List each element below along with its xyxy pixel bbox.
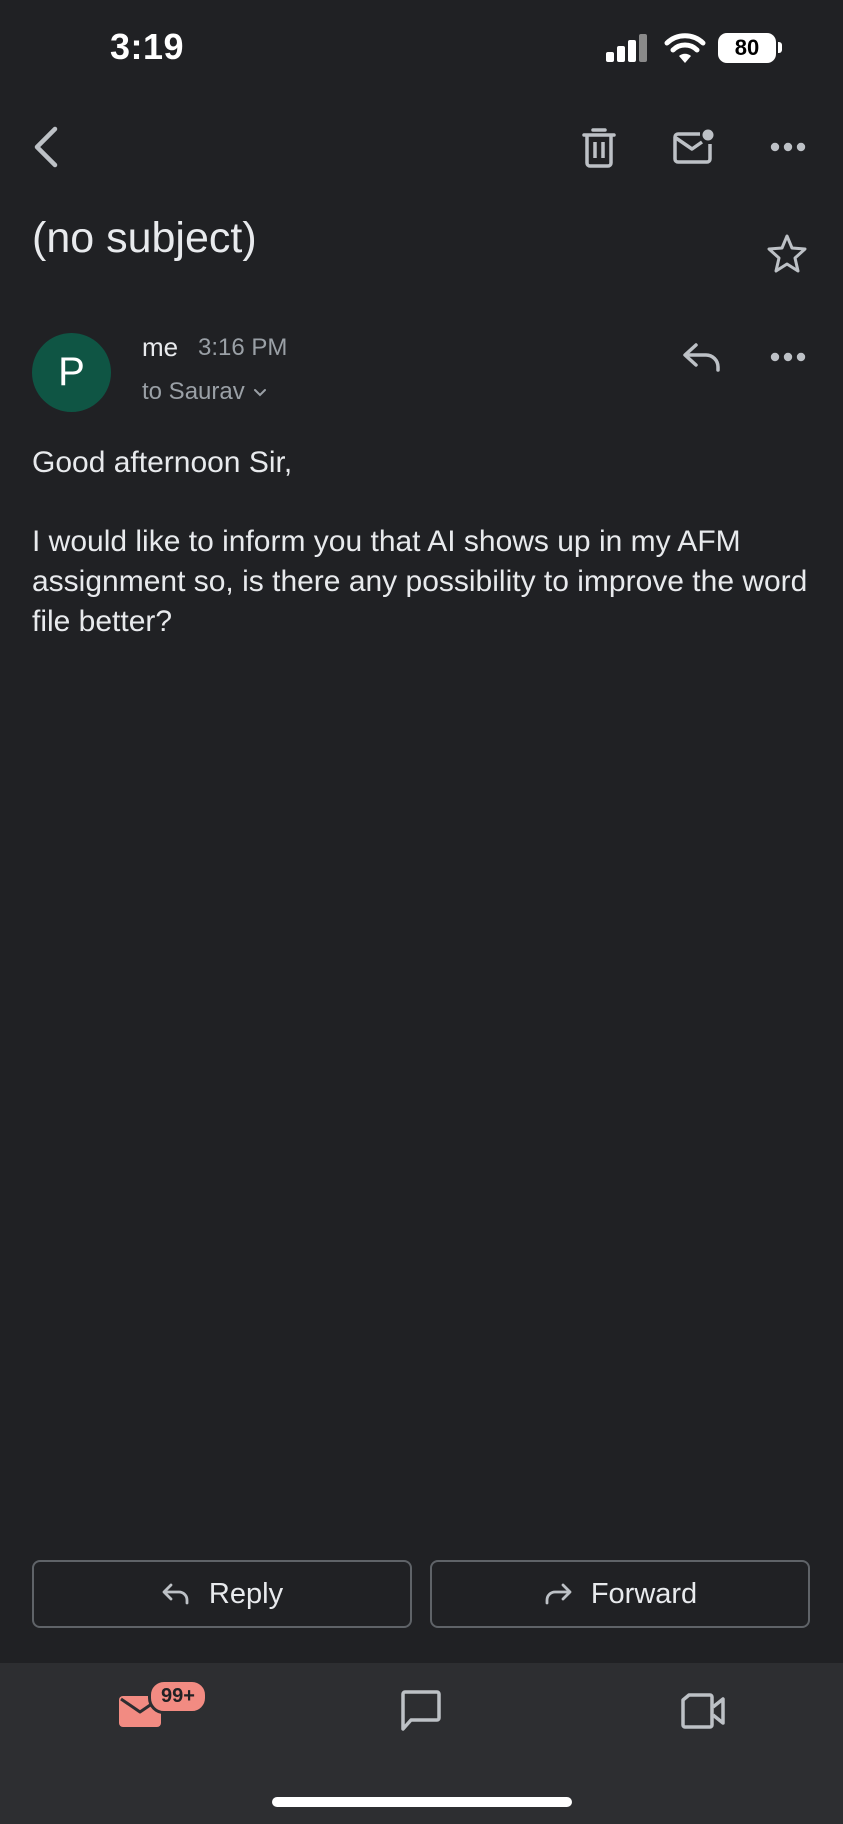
forward-label: Forward (590, 1577, 698, 1610)
status-time: 3:19 (110, 26, 185, 67)
more-options-button[interactable] (766, 134, 810, 160)
chevron-left-icon (34, 126, 58, 168)
sent-time: 3:16 PM (198, 334, 288, 361)
signal-icon (606, 34, 650, 62)
mark-unread-button[interactable] (670, 126, 716, 168)
back-button[interactable] (26, 124, 66, 170)
star-button[interactable] (764, 230, 810, 276)
sender-name: me (142, 332, 179, 362)
battery-nub (778, 42, 782, 53)
chevron-down-icon (253, 388, 266, 396)
mail-unread-icon (673, 129, 714, 164)
email-greeting: Good afternoon Sir, (32, 446, 293, 479)
email-paragraph: I would like to inform you that AI shows… (32, 525, 808, 638)
recipient-label: to Saurav (142, 378, 245, 405)
trash-icon (582, 128, 616, 168)
reply-label: Reply (208, 1577, 284, 1610)
reply-icon (683, 343, 720, 372)
video-camera-icon (681, 1693, 725, 1729)
star-icon (767, 234, 807, 273)
delete-button[interactable] (578, 124, 620, 170)
reply-icon (162, 1583, 189, 1605)
message-more-button[interactable] (766, 344, 810, 370)
reply-button[interactable]: Reply (32, 1560, 412, 1628)
forward-icon (545, 1583, 572, 1605)
email-body: Good afternoon Sir, I would like to info… (32, 443, 822, 642)
tab-meet[interactable] (678, 1690, 728, 1732)
email-subject: (no subject) (32, 214, 257, 262)
home-indicator[interactable] (272, 1797, 572, 1807)
recipient-details[interactable]: to Saurav (142, 378, 267, 406)
reply-icon-button[interactable] (680, 338, 724, 376)
chat-icon (401, 1690, 441, 1731)
unread-count-badge: 99+ (148, 1679, 208, 1714)
forward-button[interactable]: Forward (430, 1560, 810, 1628)
wifi-icon (664, 32, 706, 64)
more-horizontal-icon (770, 352, 806, 362)
sender-avatar[interactable]: P (32, 333, 111, 412)
tab-chat[interactable] (396, 1686, 446, 1736)
battery-indicator: 80 (718, 33, 776, 63)
more-horizontal-icon (770, 142, 806, 152)
